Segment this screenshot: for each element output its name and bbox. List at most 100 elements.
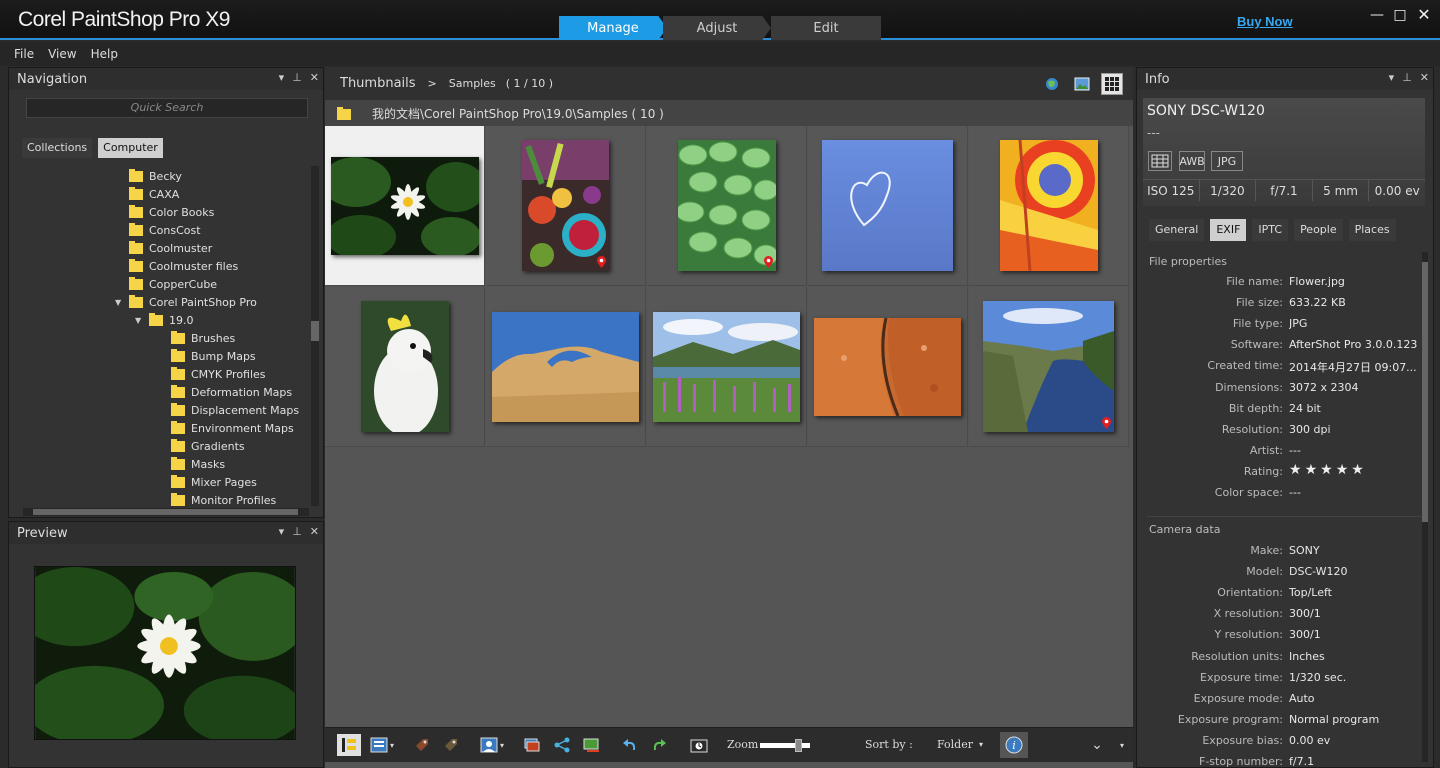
tree-item[interactable]: CMYK Profiles (171, 365, 266, 383)
tab-edit[interactable]: Edit (771, 16, 881, 40)
thumbnail-rocks[interactable] (808, 287, 968, 447)
tab-general[interactable]: General (1149, 219, 1205, 241)
thumbnail-leaves[interactable] (647, 126, 807, 286)
pin-icon[interactable]: ⊥ (1402, 71, 1412, 84)
batch-process-icon[interactable] (520, 734, 544, 756)
star-icon[interactable]: ★ (1305, 462, 1318, 478)
expanded-triangle-icon[interactable]: ▼ (115, 298, 125, 307)
tree-item[interactable]: Bump Maps (171, 347, 256, 365)
property-key: Created time: (1207, 359, 1283, 373)
tree-item[interactable]: Coolmuster (129, 239, 212, 257)
tree-item[interactable]: Monitor Profiles (171, 491, 276, 506)
quick-search-input[interactable]: Quick Search (26, 98, 308, 118)
capture-icon[interactable] (580, 734, 604, 756)
tree-item[interactable]: ▼ Corel PaintShop Pro (115, 293, 257, 311)
menu-help[interactable]: Help (91, 47, 118, 61)
tag-remove-icon[interactable] (439, 734, 463, 756)
tree-item[interactable]: Displacement Maps (171, 401, 299, 419)
image-view-icon[interactable] (1071, 73, 1093, 95)
thumbnail-flower[interactable] (325, 126, 485, 286)
tree-item[interactable]: Environment Maps (171, 419, 294, 437)
tab-collections[interactable]: Collections (22, 138, 93, 158)
tree-item[interactable]: Mixer Pages (171, 473, 257, 491)
panel-menu-icon[interactable]: ▾ (1389, 71, 1395, 84)
tab-adjust[interactable]: Adjust (663, 16, 771, 40)
menu-file[interactable]: File (14, 47, 34, 61)
chevron-down-icon[interactable]: ▾ (979, 740, 983, 749)
expand-chevron-icon[interactable]: ⌄ (1085, 734, 1109, 756)
tree-item[interactable]: Coolmuster files (129, 257, 238, 275)
tree-item[interactable]: Becky (129, 167, 182, 185)
tree-item[interactable]: CopperCube (129, 275, 217, 293)
panel-close-icon[interactable]: ✕ (310, 525, 319, 538)
tree-view-icon[interactable] (337, 734, 361, 756)
star-icon[interactable]: ★ (1351, 462, 1364, 478)
tag-icon[interactable] (410, 734, 434, 756)
thumbnail-river[interactable] (969, 287, 1129, 447)
star-icon[interactable]: ★ (1320, 462, 1333, 478)
time-machine-icon[interactable] (687, 734, 711, 756)
breadcrumb-thumbnails[interactable]: Thumbnails (340, 76, 416, 91)
expanded-triangle-icon[interactable]: ▼ (135, 316, 145, 325)
pin-icon[interactable]: ⊥ (292, 71, 302, 84)
tree-hscrollbar[interactable] (23, 508, 309, 516)
rating-stars[interactable]: ★ ★ ★ ★ ★ (1289, 462, 1367, 486)
rotate-left-icon[interactable] (618, 734, 642, 756)
property-key: Software: (1230, 338, 1283, 352)
info-scrollbar[interactable] (1422, 252, 1428, 762)
tree-scroll-thumb[interactable] (311, 321, 319, 341)
tab-exif[interactable]: EXIF (1210, 219, 1247, 241)
tree-scrollbar[interactable] (311, 166, 319, 506)
folder-icon (129, 240, 143, 254)
close-icon[interactable]: ✕ (1415, 6, 1433, 24)
info-scroll-thumb[interactable] (1422, 262, 1428, 522)
tree-item[interactable]: Deformation Maps (171, 383, 292, 401)
tree-item[interactable]: Brushes (171, 329, 235, 347)
panel-close-icon[interactable]: ✕ (1420, 71, 1429, 84)
tree-item[interactable]: Gradients (171, 437, 245, 455)
tree-item[interactable]: CAXA (129, 185, 179, 203)
thumbnail-vegetables[interactable] (486, 126, 646, 286)
zoom-label: Zoom (727, 738, 759, 751)
thumbnail-arch[interactable] (486, 287, 646, 447)
panel-close-icon[interactable]: ✕ (310, 71, 319, 84)
maximize-icon[interactable]: □ (1391, 6, 1409, 24)
thumbnail-cockatoo[interactable] (325, 287, 485, 447)
chevron-down-icon[interactable]: ▾ (387, 734, 397, 756)
tab-people[interactable]: People (1294, 219, 1343, 241)
chevron-down-icon[interactable]: ▾ (497, 734, 507, 756)
grid-view-icon[interactable] (1101, 73, 1123, 95)
tree-hscroll-thumb[interactable] (33, 509, 298, 515)
zoom-slider-handle[interactable] (794, 739, 802, 752)
panel-menu-icon[interactable]: ▾ (279, 71, 285, 84)
tab-manage[interactable]: Manage (559, 16, 667, 40)
sort-by-select[interactable]: Folder (937, 738, 973, 751)
heart-sky-image (822, 140, 953, 271)
tab-computer[interactable]: Computer (98, 138, 163, 158)
share-icon[interactable] (550, 734, 574, 756)
panel-menu-icon[interactable]: ▾ (279, 525, 285, 538)
rotate-right-icon[interactable] (647, 734, 671, 756)
star-icon[interactable]: ★ (1336, 462, 1349, 478)
tree-item[interactable]: ▼ 19.0 (135, 311, 194, 329)
minimize-icon[interactable]: — (1368, 6, 1386, 24)
folder-icon (171, 402, 185, 416)
thumbnail-heart-sky[interactable] (808, 126, 968, 286)
tree-item[interactable]: ConsCost (129, 221, 201, 239)
tab-places[interactable]: Places (1348, 219, 1396, 241)
tree-item[interactable]: Masks (171, 455, 225, 473)
zoom-slider[interactable] (760, 739, 810, 752)
menu-view[interactable]: View (48, 47, 76, 61)
tree-item[interactable]: Color Books (129, 203, 214, 221)
star-icon[interactable]: ★ (1289, 462, 1302, 478)
buy-now-link[interactable]: Buy Now (1237, 14, 1293, 29)
info-icon[interactable]: i (1000, 732, 1028, 758)
thumbnail-meadow[interactable] (647, 287, 807, 447)
tab-iptc[interactable]: IPTC (1252, 219, 1289, 241)
thumbnail-balloon[interactable] (969, 126, 1129, 286)
globe-icon[interactable] (1041, 73, 1063, 95)
chevron-down-icon[interactable]: ▾ (1115, 734, 1129, 756)
breadcrumb-samples[interactable]: Samples (449, 77, 496, 90)
pin-icon[interactable]: ⊥ (292, 525, 302, 538)
folder-icon (171, 456, 185, 470)
